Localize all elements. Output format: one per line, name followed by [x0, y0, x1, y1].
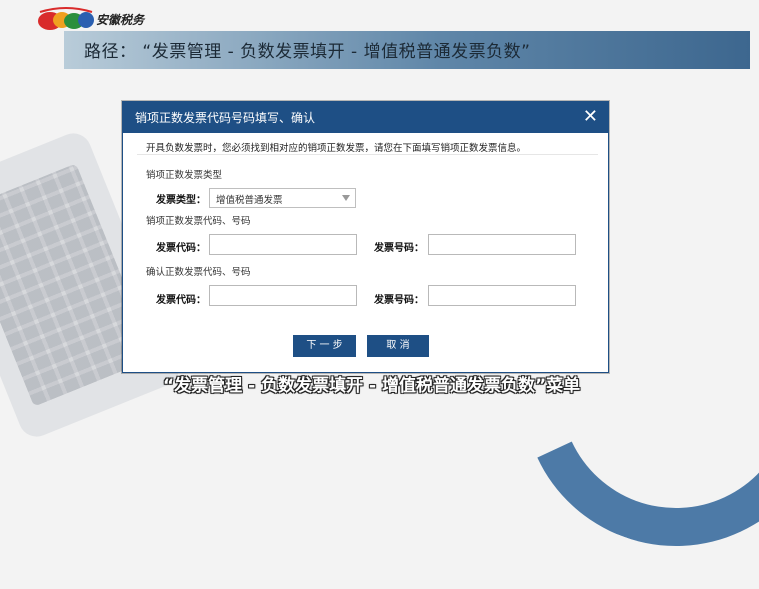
close-icon[interactable]: ✕ — [583, 106, 598, 128]
chevron-down-icon — [342, 195, 350, 201]
invoice-number-input[interactable] — [428, 234, 576, 255]
instruction-note: 开具负数发票时，您必须找到相对应的销项正数发票，请您在下面填写销项正数发票信息。 — [146, 143, 527, 154]
invoice-number-label: 发票号码： — [374, 243, 424, 254]
section-confirm-code: 确认正数发票代码、号码 — [146, 267, 251, 278]
invoice-type-value: 增值税普通发票 — [216, 195, 283, 206]
dialog-title: 销项正数发票代码号码填写、确认 — [135, 111, 316, 125]
invoice-type-select[interactable]: 增值税普通发票 — [209, 188, 356, 208]
logo-text: 安徽税务 — [96, 13, 145, 27]
dialog-header: 销项正数发票代码号码填写、确认 ✕ — [123, 102, 608, 133]
section-invoice-code: 销项正数发票代码、号码 — [146, 216, 251, 227]
confirm-number-input[interactable] — [428, 285, 576, 306]
path-title-bar: 路径： “发票管理 - 负数发票填开 - 增值税普通发票负数” — [64, 31, 750, 69]
invoice-dialog: 销项正数发票代码号码填写、确认 ✕ 开具负数发票时，您必须找到相对应的销项正数发… — [122, 101, 609, 373]
menu-caption: “发票管理 - 负数发票填开 - 增值税普通发票负数”菜单 — [163, 376, 581, 396]
confirm-code-input[interactable] — [209, 285, 357, 306]
invoice-code-input[interactable] — [209, 234, 357, 255]
divider — [137, 154, 598, 155]
confirm-number-label: 发票号码： — [374, 295, 424, 306]
cancel-button[interactable]: 取 消 — [367, 335, 429, 357]
invoice-code-label: 发票代码： — [156, 243, 206, 254]
invoice-type-label: 发票类型： — [156, 195, 206, 206]
path-title: 路径： “发票管理 - 负数发票填开 - 增值税普通发票负数” — [84, 42, 531, 62]
section-invoice-type: 销项正数发票类型 — [146, 170, 223, 181]
next-step-button[interactable]: 下 一 步 — [293, 335, 356, 357]
tax-logo-icon — [38, 7, 94, 30]
confirm-code-label: 发票代码： — [156, 295, 206, 306]
